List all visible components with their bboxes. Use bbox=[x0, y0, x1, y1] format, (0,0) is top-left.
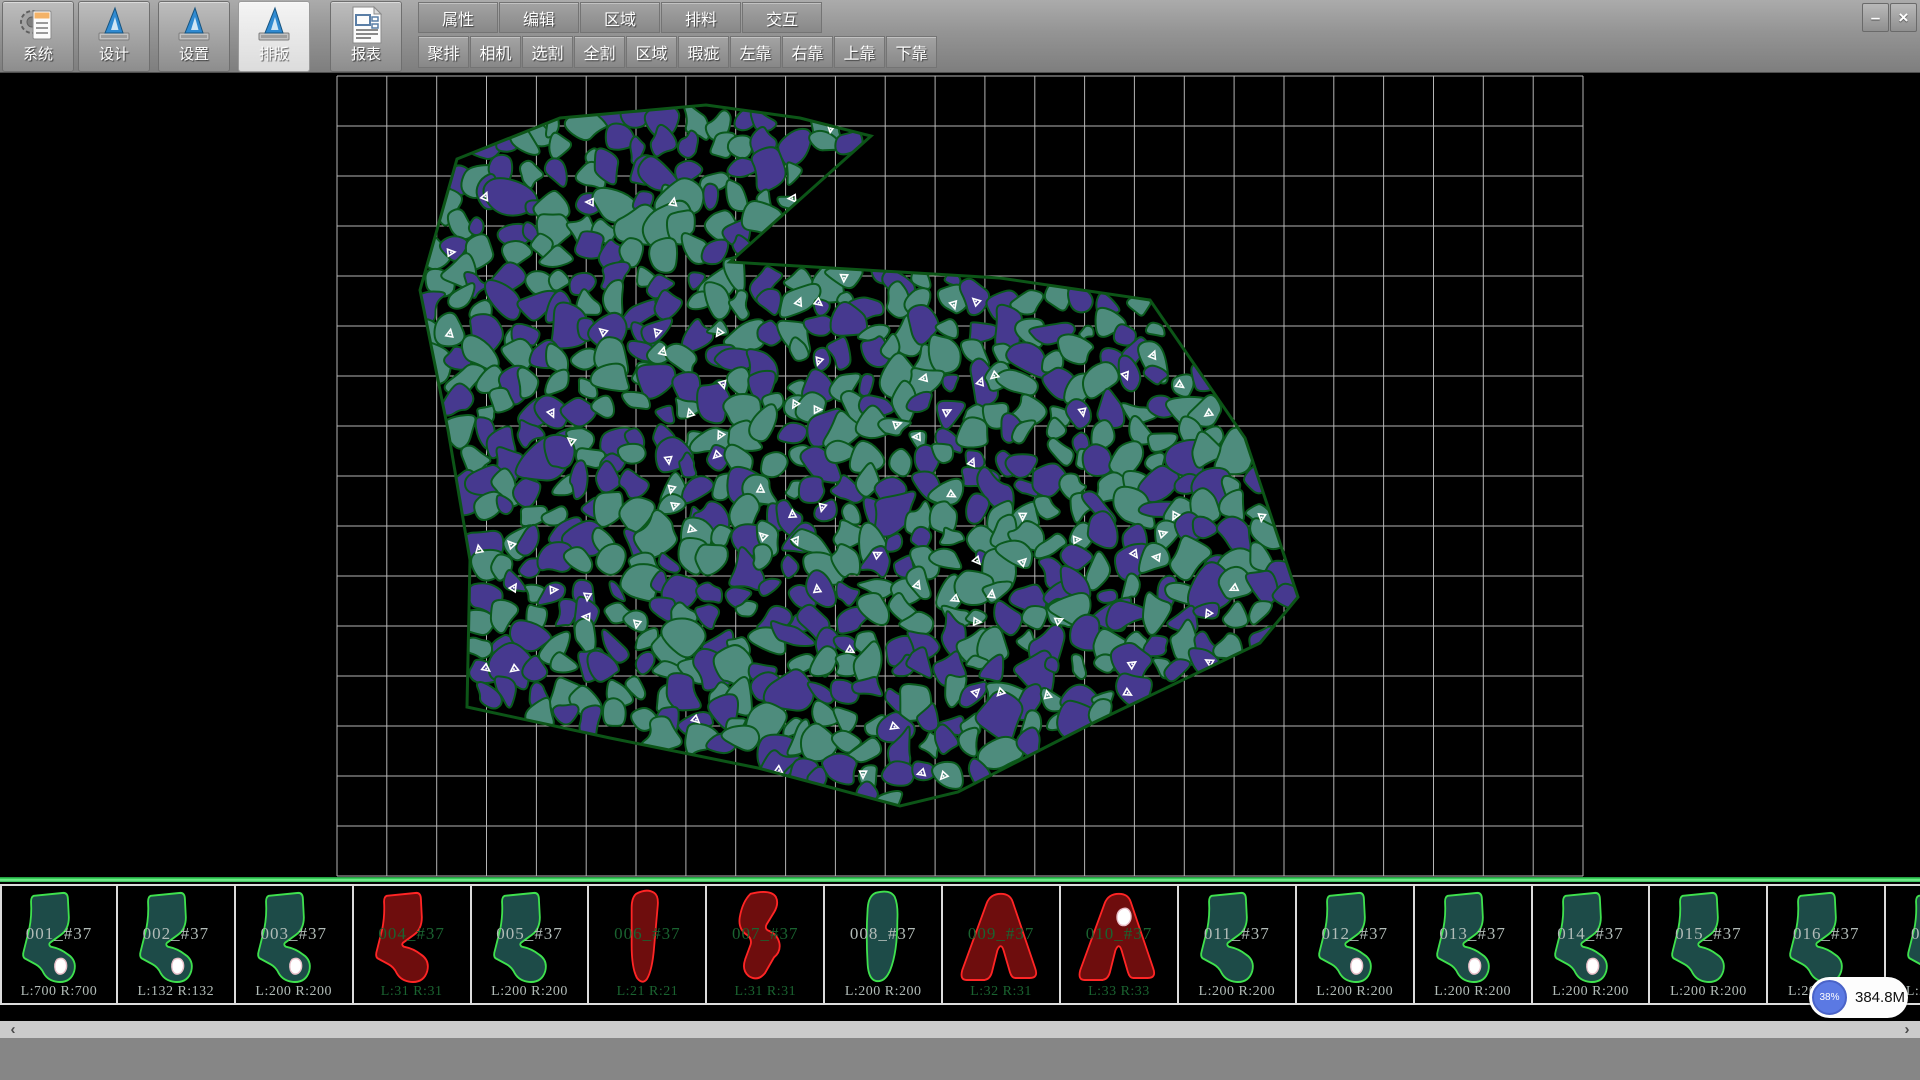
piece-id: 005_#37 bbox=[472, 924, 588, 944]
status-bar bbox=[0, 1038, 1920, 1080]
tool-item[interactable]: 选割 bbox=[522, 36, 573, 68]
piece-id: 007_#37 bbox=[707, 924, 823, 944]
menu-row-2: 聚排相机选割全割区域瑕疵左靠右靠上靠下靠 bbox=[418, 36, 938, 68]
tool-item[interactable]: 下靠 bbox=[886, 36, 937, 68]
piece-lr-count: L:32 R:31 bbox=[943, 984, 1059, 1000]
piece-thumbnail[interactable]: 011_#37 L:200 R:200 bbox=[1179, 884, 1297, 1005]
piece-lr-count: L:200 R:200 bbox=[825, 984, 941, 1000]
piece-id: 002_#37 bbox=[118, 924, 234, 944]
piece-thumbnail[interactable]: 001_#37 L:700 R:700 bbox=[0, 884, 118, 1005]
nesting-canvas-svg bbox=[0, 72, 1920, 877]
piece-thumbnail[interactable]: 005_#37 L:200 R:200 bbox=[472, 884, 590, 1005]
piece-thumbnail[interactable]: 002_#37 L:132 R:132 bbox=[118, 884, 236, 1005]
tool-item[interactable]: 左靠 bbox=[730, 36, 781, 68]
main-button-label: 排版 bbox=[259, 45, 289, 65]
piece-lr-count: L:132 R:132 bbox=[118, 984, 234, 1000]
piece-lr-count: L:200 R:200 bbox=[1415, 984, 1531, 1000]
minimize-button[interactable]: – bbox=[1862, 3, 1889, 32]
tool-item[interactable]: 上靠 bbox=[834, 36, 885, 68]
piece-thumbnail[interactable]: 006_#37 L:21 R:21 bbox=[589, 884, 707, 1005]
main-button-layout[interactable]: 排版 bbox=[238, 1, 310, 72]
piece-thumbnail[interactable]: 009_#37 L:32 R:31 bbox=[943, 884, 1061, 1005]
memory-badge: 38% 384.8M bbox=[1809, 977, 1908, 1018]
menu-item[interactable]: 区域 bbox=[580, 2, 660, 33]
piece-id: 009_#37 bbox=[943, 924, 1059, 944]
piece-id: 012_#37 bbox=[1297, 924, 1413, 944]
piece-lr-count: L:200 R:200 bbox=[1533, 984, 1649, 1000]
report-doc-icon bbox=[345, 5, 387, 45]
piece-lr-count: L:21 R:21 bbox=[589, 984, 705, 1000]
tool-item[interactable]: 全割 bbox=[574, 36, 625, 68]
main-button-label: 报表 bbox=[351, 45, 381, 65]
set-square-icon bbox=[93, 5, 135, 45]
piece-id: 001_#37 bbox=[2, 924, 116, 944]
tool-item[interactable]: 右靠 bbox=[782, 36, 833, 68]
piece-id: 011_#37 bbox=[1179, 924, 1295, 944]
piece-id: 017_#37 bbox=[1886, 924, 1920, 944]
gear-panel-icon bbox=[17, 5, 59, 45]
app-window: 系统设计设置排版报表 属性编辑区域排料交互 聚排相机选割全割区域瑕疵左靠右靠上靠… bbox=[0, 0, 1920, 1080]
piece-filmstrip: 001_#37L:700 R:700002_#37L:132 R:132003_… bbox=[0, 877, 1920, 1008]
piece-id: 010_#37 bbox=[1061, 924, 1177, 944]
tool-item[interactable]: 聚排 bbox=[418, 36, 469, 68]
progress-circle: 38% bbox=[1812, 980, 1847, 1015]
piece-thumbnail[interactable]: 010_#37 L:33 R:33 bbox=[1061, 884, 1179, 1005]
piece-id: 015_#37 bbox=[1650, 924, 1766, 944]
piece-thumbnail[interactable]: 015_#37 L:200 R:200 bbox=[1650, 884, 1768, 1005]
piece-id: 003_#37 bbox=[236, 924, 352, 944]
horizontal-scrollbar[interactable]: ‹ › bbox=[0, 1021, 1920, 1038]
menu-item[interactable]: 排料 bbox=[661, 2, 741, 33]
main-button-label: 系统 bbox=[23, 45, 53, 65]
piece-id: 004_#37 bbox=[354, 924, 470, 944]
menu-item[interactable]: 编辑 bbox=[499, 2, 579, 33]
piece-thumbnail[interactable]: 013_#37 L:200 R:200 bbox=[1415, 884, 1533, 1005]
piece-lr-count: L:200 R:200 bbox=[1650, 984, 1766, 1000]
set-square-icon bbox=[253, 5, 295, 45]
piece-thumbnail[interactable]: 004_#37 L:31 R:31 bbox=[354, 884, 472, 1005]
filmstrip-cells: 001_#37L:700 R:700002_#37L:132 R:132003_… bbox=[0, 884, 1920, 1005]
piece-thumbnail[interactable]: 007_#37 L:31 R:31 bbox=[707, 884, 825, 1005]
main-button-design[interactable]: 设计 bbox=[78, 1, 150, 72]
piece-thumbnail[interactable]: 008_#37 L:200 R:200 bbox=[825, 884, 943, 1005]
piece-lr-count: L:31 R:31 bbox=[707, 984, 823, 1000]
main-button-system[interactable]: 系统 bbox=[2, 1, 74, 72]
main-button-report[interactable]: 报表 bbox=[330, 1, 402, 72]
filmstrip-accent-line bbox=[0, 877, 1920, 882]
piece-id: 006_#37 bbox=[589, 924, 705, 944]
tool-item[interactable]: 瑕疵 bbox=[678, 36, 729, 68]
nesting-canvas[interactable] bbox=[0, 72, 1920, 877]
tool-item[interactable]: 区域 bbox=[626, 36, 677, 68]
scroll-left-icon[interactable]: ‹ bbox=[0, 1021, 26, 1038]
piece-id: 008_#37 bbox=[825, 924, 941, 944]
piece-id: 014_#37 bbox=[1533, 924, 1649, 944]
set-square-icon bbox=[173, 5, 215, 45]
piece-id: 013_#37 bbox=[1415, 924, 1531, 944]
toolbar: 系统设计设置排版报表 属性编辑区域排料交互 聚排相机选割全割区域瑕疵左靠右靠上靠… bbox=[0, 0, 1920, 73]
menu-item[interactable]: 属性 bbox=[418, 2, 498, 33]
close-button[interactable]: × bbox=[1890, 3, 1917, 32]
piece-lr-count: L:33 R:33 bbox=[1061, 984, 1177, 1000]
piece-thumbnail[interactable]: 012_#37 L:200 R:200 bbox=[1297, 884, 1415, 1005]
main-button-settings[interactable]: 设置 bbox=[158, 1, 230, 72]
menu-row-1: 属性编辑区域排料交互 bbox=[418, 2, 823, 33]
piece-lr-count: L:700 R:700 bbox=[2, 984, 116, 1000]
main-button-label: 设计 bbox=[99, 45, 129, 65]
menu-item[interactable]: 交互 bbox=[742, 2, 822, 33]
piece-lr-count: L:200 R:200 bbox=[1297, 984, 1413, 1000]
piece-lr-count: L:200 R:200 bbox=[236, 984, 352, 1000]
piece-thumbnail[interactable]: 014_#37 L:200 R:200 bbox=[1533, 884, 1651, 1005]
piece-lr-count: L:200 R:200 bbox=[1179, 984, 1295, 1000]
main-button-label: 设置 bbox=[179, 45, 209, 65]
memory-value: 384.8M bbox=[1855, 977, 1905, 1018]
scroll-right-icon[interactable]: › bbox=[1894, 1021, 1920, 1038]
piece-lr-count: L:200 R:200 bbox=[472, 984, 588, 1000]
piece-id: 016_#37 bbox=[1768, 924, 1884, 944]
piece-thumbnail[interactable]: 003_#37 L:200 R:200 bbox=[236, 884, 354, 1005]
tool-item[interactable]: 相机 bbox=[470, 36, 521, 68]
piece-lr-count: L:31 R:31 bbox=[354, 984, 470, 1000]
